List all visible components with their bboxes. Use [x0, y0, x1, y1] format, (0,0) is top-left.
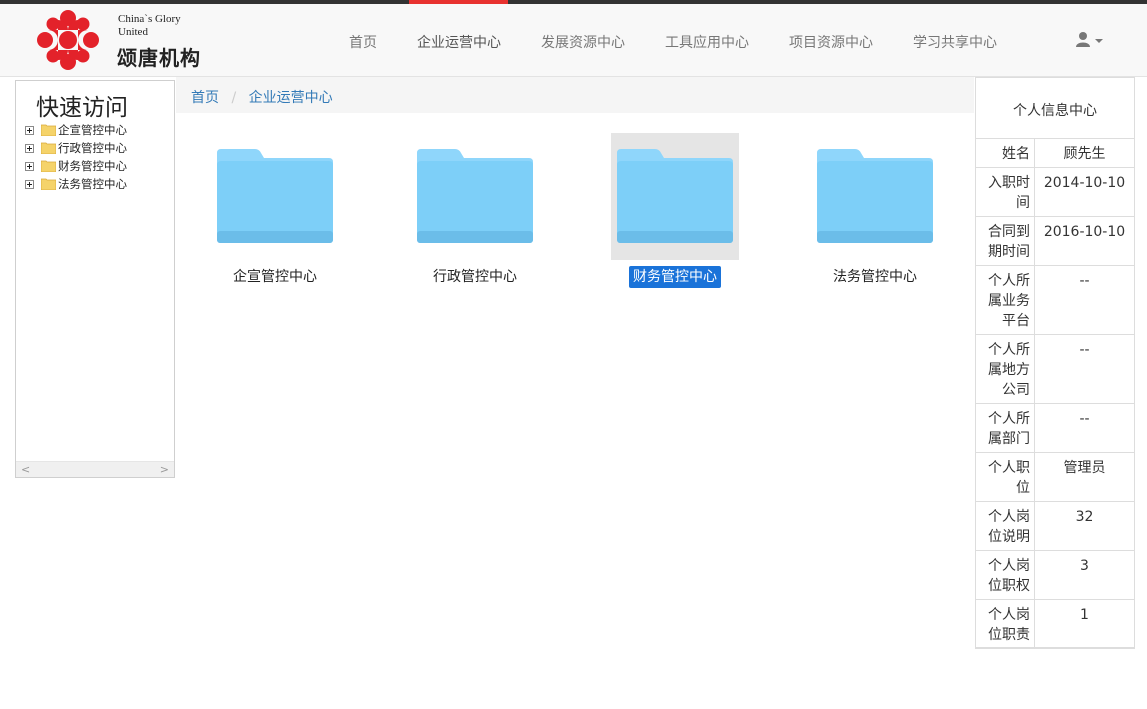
- folder-icon: [617, 149, 733, 243]
- folder-label-text: 法务管控中心: [833, 269, 917, 285]
- info-label: 个人岗位说明: [976, 502, 1035, 550]
- tree-item-label: 行政管控中心: [58, 141, 127, 155]
- tree-item-label: 法务管控中心: [58, 177, 127, 191]
- info-value: 2016-10-10: [1043, 224, 1126, 240]
- folder-icon: [817, 149, 933, 243]
- info-value: 顾先生: [1063, 146, 1106, 162]
- nav-item-learning-sharing[interactable]: 学习共享中心: [913, 32, 997, 52]
- info-label: 个人所属部门: [976, 404, 1035, 452]
- info-label: 姓名: [976, 139, 1035, 167]
- folder-icon-wrap: [611, 133, 739, 260]
- info-value: 32: [1075, 509, 1094, 525]
- info-row-name: 姓名 顾先生: [976, 139, 1134, 168]
- info-label: 合同到期时间: [976, 217, 1035, 265]
- folder-label: 法务管控中心: [811, 266, 939, 286]
- info-row-post-duties: 个人岗位职责 1: [976, 600, 1134, 648]
- folder-label: 企宣管控中心: [211, 266, 339, 286]
- tree-item-legal[interactable]: 法务管控中心: [25, 175, 127, 193]
- folder-publicity[interactable]: 企宣管控中心: [211, 133, 339, 293]
- folder-finance[interactable]: 财务管控中心: [611, 133, 739, 293]
- nav-item-tool-applications[interactable]: 工具应用中心: [665, 32, 749, 52]
- tree-item-administration[interactable]: 行政管控中心: [25, 139, 127, 157]
- folder-label-text: 企宣管控中心: [233, 269, 317, 285]
- top-dark-strip: [0, 0, 1147, 4]
- quick-access-title: 快速访问: [36, 95, 128, 121]
- info-row-hire-date: 入职时间 2014-10-10: [976, 168, 1134, 217]
- tree-item-label: 企宣管控中心: [58, 123, 127, 137]
- personal-info-panel: 个人信息中心 姓名 顾先生 入职时间 2014-10-10 合同到期时间 201…: [975, 77, 1135, 649]
- info-value: 1: [1080, 607, 1089, 623]
- info-value: 管理员: [1063, 460, 1106, 476]
- small-folder-icon: [41, 142, 56, 154]
- folder-administration[interactable]: 行政管控中心: [411, 133, 539, 293]
- info-row-business-platform: 个人所属业务平台 --: [976, 266, 1134, 335]
- nav-item-enterprise-operations[interactable]: 企业运营中心: [417, 32, 501, 52]
- info-label: 个人所属地方公司: [976, 335, 1035, 403]
- info-label: 个人岗位职责: [976, 600, 1035, 648]
- info-row-post-description: 个人岗位说明 32: [976, 502, 1134, 551]
- horizontal-scrollbar[interactable]: < >: [16, 461, 174, 477]
- info-row-local-company: 个人所属地方公司 --: [976, 335, 1134, 404]
- info-value: --: [1079, 411, 1090, 427]
- top-navbar: China`s Glory United 颂唐机构 首页 企业运营中心 发展资源…: [0, 0, 1147, 77]
- info-label: 个人所属业务平台: [976, 266, 1035, 334]
- cbc-gem-logo-icon: [37, 10, 99, 70]
- expand-plus-icon[interactable]: [25, 161, 34, 171]
- caret-down-icon: [1095, 39, 1103, 43]
- info-value: 2014-10-10: [1043, 175, 1126, 191]
- small-folder-icon: [41, 160, 56, 172]
- info-value: --: [1079, 273, 1090, 289]
- quick-access-tree: 企宣管控中心 行政管控中心 财务管控中心 法务管控中心: [25, 121, 127, 193]
- info-label: 入职时间: [976, 168, 1035, 216]
- info-label: 个人职位: [976, 453, 1035, 501]
- tree-item-finance[interactable]: 财务管控中心: [25, 157, 127, 175]
- small-folder-icon: [41, 178, 56, 190]
- folder-icon-wrap: [811, 133, 939, 260]
- info-value: 3: [1080, 558, 1089, 574]
- breadcrumb-separator: /: [231, 90, 237, 106]
- info-value: --: [1079, 342, 1090, 358]
- nav-item-development-resources[interactable]: 发展资源中心: [541, 32, 625, 52]
- expand-plus-icon[interactable]: [25, 179, 34, 189]
- expand-plus-icon[interactable]: [25, 143, 34, 153]
- personal-info-title: 个人信息中心: [976, 78, 1134, 139]
- info-row-contract-expiry: 合同到期时间 2016-10-10: [976, 217, 1134, 266]
- folder-icon-wrap: [411, 133, 539, 260]
- quick-access-panel: 快速访问 企宣管控中心 行政管控中心 财务管控中心 法务管控中心 < >: [15, 80, 175, 478]
- nav-item-home[interactable]: 首页: [349, 32, 377, 52]
- folder-icon: [417, 149, 533, 243]
- breadcrumb: 首页 / 企业运营中心: [176, 77, 974, 113]
- folder-icon: [217, 149, 333, 243]
- scroll-right-arrow-icon[interactable]: >: [160, 463, 169, 476]
- small-folder-icon: [41, 124, 56, 136]
- info-row-post-authority: 个人岗位职权 3: [976, 551, 1134, 600]
- folder-legal[interactable]: 法务管控中心: [811, 133, 939, 293]
- brand-english-name: China`s Glory United: [118, 13, 181, 38]
- tree-item-publicity[interactable]: 企宣管控中心: [25, 121, 127, 139]
- active-nav-indicator: [409, 0, 508, 4]
- folder-label-text: 行政管控中心: [433, 269, 517, 285]
- folder-icon-wrap: [211, 133, 339, 260]
- expand-plus-icon[interactable]: [25, 125, 34, 135]
- info-row-department: 个人所属部门 --: [976, 404, 1134, 453]
- info-row-position: 个人职位 管理员: [976, 453, 1134, 502]
- user-menu-dropdown[interactable]: [1075, 31, 1107, 49]
- tree-item-label: 财务管控中心: [58, 159, 127, 173]
- folder-label: 财务管控中心: [611, 266, 739, 288]
- info-label: 个人岗位职权: [976, 551, 1035, 599]
- nav-item-project-resources[interactable]: 项目资源中心: [789, 32, 873, 52]
- scroll-left-arrow-icon[interactable]: <: [21, 463, 30, 476]
- breadcrumb-current[interactable]: 企业运营中心: [249, 90, 333, 106]
- folder-label: 行政管控中心: [411, 266, 539, 286]
- brand-chinese-name: 颂唐机构: [117, 46, 201, 70]
- folder-label-text: 财务管控中心: [629, 266, 721, 288]
- breadcrumb-home-link[interactable]: 首页: [191, 90, 219, 106]
